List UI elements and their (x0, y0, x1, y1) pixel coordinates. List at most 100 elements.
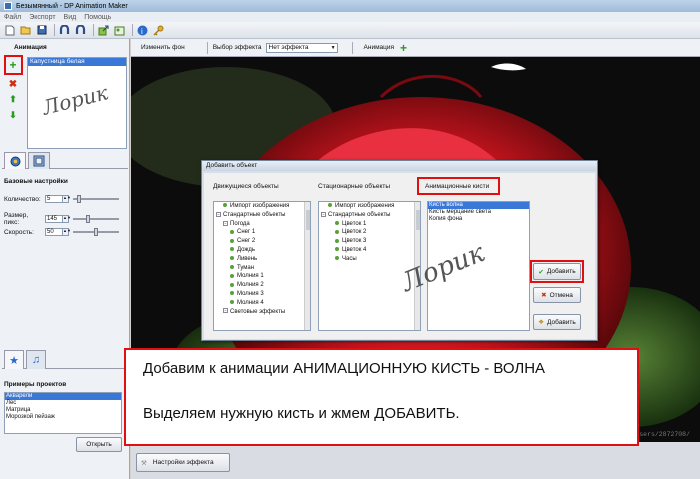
object-icon (335, 229, 339, 234)
tree-item-label: Импорт изображения (335, 203, 395, 209)
toolbar-separator (54, 24, 55, 36)
dialog-add-button-2[interactable]: ❖ Добавить (533, 314, 581, 330)
delete-icon[interactable]: ✖ (7, 78, 19, 90)
tree-item[interactable]: Импорт изображения (319, 202, 420, 211)
speed-spinner[interactable]: ▲▼ (63, 228, 71, 236)
dialog-title: Добавить объект (202, 161, 597, 171)
moving-objects-tree[interactable]: Импорт изображения − Стандартные объекты − П… (213, 201, 311, 331)
new-file-icon[interactable] (3, 24, 16, 37)
tree-item[interactable]: Молния 1 (214, 272, 310, 281)
effect-select[interactable]: Нет эффекта (265, 42, 338, 53)
list-item[interactable]: Лес (5, 400, 121, 407)
key-icon[interactable] (152, 24, 165, 37)
open-folder-icon[interactable] (19, 24, 32, 37)
dialog-cancel-button[interactable]: ✖ Отмена (533, 287, 581, 303)
animation-list[interactable]: Капустница белая Лорик (27, 57, 127, 149)
tree-item[interactable]: Молния 3 (214, 290, 310, 299)
tree-item[interactable]: Дождь (214, 246, 310, 255)
effect-settings-button[interactable]: ⚒ Настройки эффекта (136, 453, 230, 472)
open-button[interactable]: Открыть (76, 437, 122, 452)
list-item[interactable]: Копия фона (428, 216, 529, 223)
base-settings-title: Базовые настройки (4, 178, 68, 185)
export-image-icon[interactable] (113, 24, 126, 37)
animation-list-item[interactable]: Капустница белая (28, 58, 126, 66)
quantity-slider[interactable] (73, 195, 119, 203)
menu-help[interactable]: Помощь (84, 14, 111, 21)
annotation-line-2: Выделяем нужную кисть и жмем ДОБАВИТЬ. (143, 405, 460, 422)
magnet-icon[interactable] (58, 24, 71, 37)
tree-item[interactable]: Импорт изображения (214, 202, 310, 211)
tree-item[interactable]: Молния 2 (214, 281, 310, 290)
list-item[interactable]: Морозкой пейзаж (5, 414, 121, 421)
object-icon (230, 273, 234, 278)
tree-item[interactable]: Молния 4 (214, 299, 310, 308)
tree-item[interactable]: Цветок 2 (319, 228, 420, 237)
tab-favorites[interactable]: ★ (4, 350, 24, 369)
slider-knob[interactable] (85, 215, 90, 223)
add-icon[interactable]: + (7, 58, 19, 72)
tree-item[interactable]: Цветок 1 (319, 220, 420, 229)
tree-item[interactable]: − Световые эффекты (214, 308, 310, 317)
move-up-icon[interactable]: ⬆ (7, 93, 19, 105)
tree-item-label: Туман (237, 264, 255, 271)
menu-export[interactable]: Экспорт (29, 14, 55, 21)
svg-text:i: i (141, 27, 143, 36)
quantity-input[interactable]: 5 (45, 195, 63, 203)
tree-item-label: Цветок 2 (342, 229, 367, 236)
info-icon[interactable]: i (136, 24, 149, 37)
magnet-icon[interactable] (74, 24, 87, 37)
speed-slider[interactable] (73, 228, 119, 236)
list-item[interactable]: Кисть мерцание света (428, 209, 529, 216)
save-icon[interactable] (35, 24, 48, 37)
size-spinner[interactable]: ▲▼ (63, 215, 71, 223)
quantity-label: Количество: (4, 195, 41, 203)
size-slider[interactable] (73, 215, 119, 223)
list-item[interactable]: Акварели (5, 393, 121, 400)
tree-item-label: Цветок 3 (342, 238, 367, 245)
size-input[interactable]: 145 (45, 215, 63, 223)
scrollbar-thumb[interactable] (416, 210, 420, 230)
tree-item[interactable]: Туман (214, 264, 310, 273)
toolbar-separator (206, 41, 208, 54)
examples-list[interactable]: Акварели Лес Матрица Морозкой пейзаж (4, 392, 122, 434)
tree-item-label: Цветок 1 (342, 220, 367, 227)
expand-icon[interactable]: − (216, 211, 221, 217)
expand-icon[interactable]: − (223, 220, 228, 226)
add-animation-icon[interactable]: + (400, 41, 407, 55)
tree-item[interactable]: Снег 1 (214, 228, 310, 237)
settings-tabs (2, 151, 128, 169)
tree-item[interactable]: Ливень (214, 255, 310, 264)
left-panel: Анимация + ✖ ⬆ ⬇ Капустница белая Лорик … (0, 39, 130, 479)
animation-brushes-header[interactable]: Анимационные кисти (425, 183, 489, 190)
tree-item[interactable]: Цветок 3 (319, 237, 420, 246)
scrollbar[interactable] (304, 202, 310, 330)
expand-icon[interactable]: − (321, 211, 326, 217)
tab-music[interactable]: ♫ (26, 350, 46, 369)
speed-input[interactable]: 50 (45, 228, 63, 236)
list-item[interactable]: Кисть волна (428, 202, 529, 209)
speed-label: Скорость: (4, 228, 34, 236)
list-item[interactable]: Матрица (5, 407, 121, 414)
menu-file[interactable]: Файл (4, 14, 21, 21)
quantity-spinner[interactable]: ▲▼ (63, 195, 71, 203)
tree-item[interactable]: − Стандартные объекты (319, 211, 420, 220)
toolbar: i (0, 22, 700, 39)
expand-icon[interactable]: − (223, 308, 228, 314)
menu-view[interactable]: Вид (64, 14, 77, 21)
object-icon (335, 247, 339, 252)
tab-object-settings[interactable] (4, 152, 26, 169)
tab-frame-settings[interactable] (28, 152, 50, 169)
change-background-button[interactable]: Изменить фон (141, 44, 185, 51)
tree-item[interactable]: − Погода (214, 220, 310, 229)
move-down-icon[interactable]: ⬇ (7, 109, 19, 121)
export-icon[interactable] (97, 24, 110, 37)
dialog-add-button[interactable]: ✔ Добавить (533, 263, 581, 280)
slider-knob[interactable] (94, 228, 98, 236)
tree-item[interactable]: Цветок 4 (319, 246, 420, 255)
tree-item-label: Молния 1 (237, 273, 264, 280)
slider-knob[interactable] (77, 195, 82, 203)
tree-item[interactable]: Часы (319, 255, 420, 264)
tree-item[interactable]: Снег 2 (214, 237, 310, 246)
scrollbar-thumb[interactable] (306, 210, 310, 230)
tree-item[interactable]: − Стандартные объекты (214, 211, 310, 220)
